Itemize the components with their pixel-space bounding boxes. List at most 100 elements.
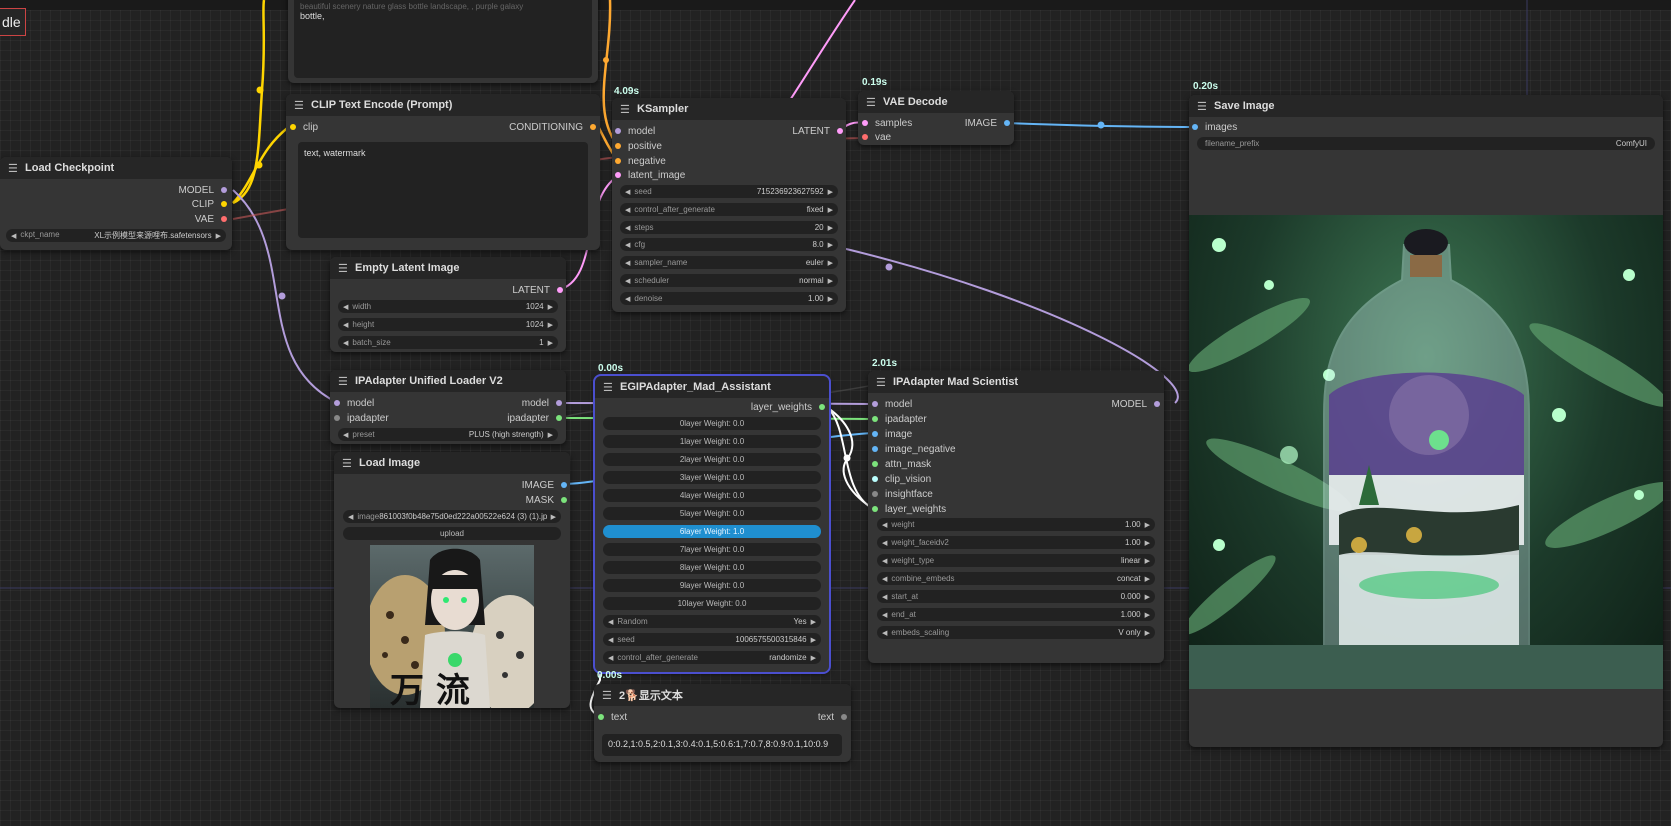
menu-icon[interactable]: ☰	[338, 375, 348, 388]
socket-icon[interactable]	[557, 287, 563, 293]
output-latent[interactable]: LATENT	[512, 283, 563, 297]
layer-weight-1[interactable]: 1layer Weight: 0.0	[603, 435, 821, 448]
menu-icon[interactable]: ☰	[338, 262, 348, 275]
input-samples[interactable]: samples	[862, 116, 912, 130]
input-clip-vision[interactable]: clip_vision	[872, 472, 931, 486]
widget-start-at[interactable]: ◀ start_at 0.000 ▶	[877, 590, 1155, 603]
socket-icon[interactable]	[862, 134, 868, 140]
input-image[interactable]: image	[872, 427, 912, 441]
menu-icon[interactable]: ☰	[866, 96, 876, 109]
input-ipadapter[interactable]: ipadapter	[334, 411, 389, 425]
widget-width[interactable]: ◀ width 1024 ▶	[338, 300, 558, 313]
widget-random[interactable]: ◀ Random Yes ▶	[603, 615, 821, 628]
arrow-right-icon[interactable]: ▶	[548, 431, 553, 439]
widget-combine-embeds[interactable]: ◀ combine_embeds concat ▶	[877, 572, 1155, 585]
node-header[interactable]: ☰ VAE Decode	[858, 91, 1014, 113]
arrow-right-icon[interactable]: ▶	[828, 277, 833, 285]
widget-denoise[interactable]: ◀ denoise 1.00 ▶	[620, 292, 838, 305]
input-model[interactable]: model	[872, 397, 912, 411]
output-conditioning[interactable]: CONDITIONING	[509, 120, 596, 134]
widget-seed[interactable]: ◀ seed 1006575500315846 ▶	[603, 633, 821, 646]
input-images[interactable]: images	[1192, 120, 1237, 134]
layer-weight-8[interactable]: 8layer Weight: 0.0	[603, 561, 821, 574]
input-insightface[interactable]: insightface	[872, 487, 933, 501]
socket-icon[interactable]	[872, 491, 878, 497]
output-ipadapter[interactable]: ipadapter	[507, 411, 562, 425]
upload-button[interactable]: upload	[343, 527, 561, 540]
socket-icon[interactable]	[334, 400, 340, 406]
socket-icon[interactable]	[872, 461, 878, 467]
arrow-right-icon[interactable]: ▶	[828, 295, 833, 303]
menu-icon[interactable]: ☰	[620, 103, 630, 116]
socket-icon[interactable]	[221, 216, 227, 222]
widget-ckpt-name[interactable]: ◀ ckpt_name XL示例模型来源哩布.safetensors ▶	[6, 229, 226, 242]
output-model[interactable]: MODEL	[178, 183, 227, 197]
save-image-node[interactable]: ☰ Save Image images filename_prefix ComfyU…	[1189, 95, 1663, 747]
show-text-node[interactable]: ☰ 2🐕显示文本 text text 0:0.2,1:0.5,2:0.1,3:0.…	[594, 684, 851, 762]
clip-text-encode-node[interactable]: ☰ CLIP Text Encode (Prompt) clip CONDITIO…	[286, 94, 600, 250]
widget-weight-type[interactable]: ◀ weight_type linear ▶	[877, 554, 1155, 567]
node-header[interactable]: ☰ Load Image	[334, 452, 570, 474]
socket-icon[interactable]	[862, 120, 868, 126]
ksampler-node[interactable]: ☰ KSampler model positive negative latent…	[612, 98, 846, 312]
arrow-right-icon[interactable]: ▶	[1145, 611, 1150, 619]
input-text[interactable]: text	[598, 710, 627, 724]
widget-scheduler[interactable]: ◀ scheduler normal ▶	[620, 274, 838, 287]
arrow-right-icon[interactable]: ▶	[548, 339, 553, 347]
output-layer-weights[interactable]: layer_weights	[751, 400, 825, 414]
socket-icon[interactable]	[561, 497, 567, 503]
widget-end-at[interactable]: ◀ end_at 1.000 ▶	[877, 608, 1155, 621]
layer-weight-5[interactable]: 5layer Weight: 0.0	[603, 507, 821, 520]
load-checkpoint-node[interactable]: ☰ Load Checkpoint MODEL CLIP VAE ◀ ckpt_na…	[0, 157, 232, 250]
layer-weight-2[interactable]: 2layer Weight: 0.0	[603, 453, 821, 466]
arrow-right-icon[interactable]: ▶	[811, 654, 816, 662]
input-attn-mask[interactable]: attn_mask	[872, 457, 931, 471]
layer-weight-0[interactable]: 0layer Weight: 0.0	[603, 417, 821, 430]
arrow-right-icon[interactable]: ▶	[811, 618, 816, 626]
socket-icon[interactable]	[221, 201, 227, 207]
widget-weight-faceidv2[interactable]: ◀ weight_faceidv2 1.00 ▶	[877, 536, 1155, 549]
layer-weight-4[interactable]: 4layer Weight: 0.0	[603, 489, 821, 502]
socket-icon[interactable]	[615, 172, 621, 178]
socket-icon[interactable]	[590, 124, 596, 130]
input-model[interactable]: model	[334, 396, 374, 410]
socket-icon[interactable]	[615, 158, 621, 164]
arrow-right-icon[interactable]: ▶	[828, 224, 833, 232]
negative-prompt-text[interactable]: text, watermark	[298, 142, 588, 238]
arrow-right-icon[interactable]: ▶	[828, 259, 833, 267]
arrow-right-icon[interactable]: ▶	[828, 241, 833, 249]
socket-icon[interactable]	[1192, 124, 1198, 130]
widget-height[interactable]: ◀ height 1024 ▶	[338, 318, 558, 331]
menu-icon[interactable]: ☰	[602, 689, 612, 702]
widget-weight[interactable]: ◀ weight 1.00 ▶	[877, 518, 1155, 531]
socket-icon[interactable]	[290, 124, 296, 130]
ipadapter-mad-scientist-node[interactable]: ☰ IPAdapter Mad Scientist MODEL model ipa…	[868, 371, 1164, 663]
node-header[interactable]: ☰ IPAdapter Mad Scientist	[868, 371, 1164, 393]
empty-latent-image-node[interactable]: ☰ Empty Latent Image LATENT ◀ width 1024 ▶ ◀…	[330, 257, 566, 352]
layer-weight-3[interactable]: 3layer Weight: 0.0	[603, 471, 821, 484]
output-vae[interactable]: VAE	[195, 212, 227, 226]
input-vae[interactable]: vae	[862, 130, 891, 144]
socket-icon[interactable]	[872, 401, 878, 407]
widget-filename-prefix[interactable]: filename_prefix ComfyUI	[1197, 137, 1655, 150]
node-header[interactable]: ☰ Empty Latent Image	[330, 257, 566, 279]
output-image[interactable]: IMAGE	[965, 116, 1010, 130]
socket-icon[interactable]	[598, 714, 604, 720]
output-model[interactable]: model	[522, 396, 562, 410]
arrow-right-icon[interactable]: ▶	[811, 636, 816, 644]
menu-icon[interactable]: ☰	[294, 99, 304, 112]
input-model[interactable]: model	[615, 124, 655, 138]
widget-batch-size[interactable]: ◀ batch_size 1 ▶	[338, 336, 558, 349]
node-header[interactable]: ☰ CLIP Text Encode (Prompt)	[286, 94, 600, 116]
socket-icon[interactable]	[872, 506, 878, 512]
arrow-right-icon[interactable]: ▶	[1145, 593, 1150, 601]
socket-icon[interactable]	[556, 415, 562, 421]
arrow-right-icon[interactable]: ▶	[1145, 629, 1150, 637]
menu-icon[interactable]: ☰	[342, 457, 352, 470]
input-image-negative[interactable]: image_negative	[872, 442, 956, 456]
arrow-right-icon[interactable]: ▶	[1145, 557, 1150, 565]
input-ipadapter[interactable]: ipadapter	[872, 412, 927, 426]
widget-control-after-generate[interactable]: ◀ control_after_generate randomize ▶	[603, 651, 821, 664]
socket-icon[interactable]	[334, 415, 340, 421]
widget-steps[interactable]: ◀ steps 20 ▶	[620, 221, 838, 234]
